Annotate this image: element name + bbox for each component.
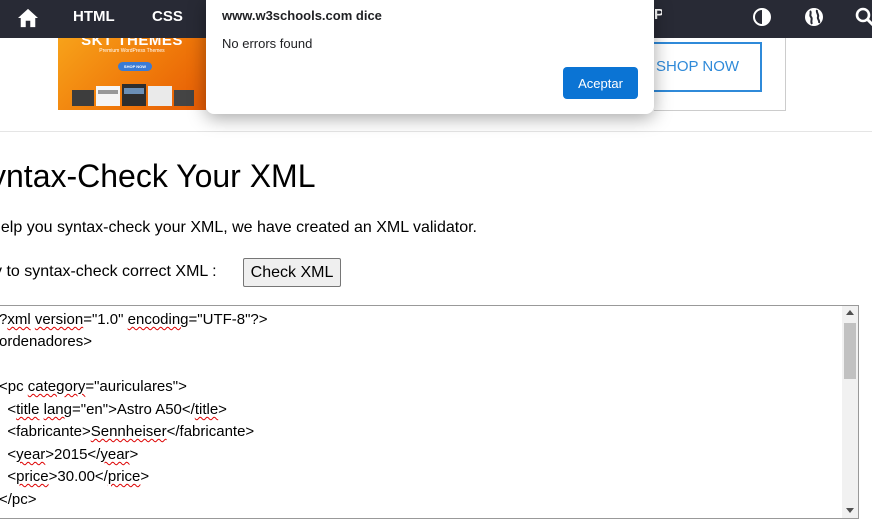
shop-now-label: SHOP NOW (656, 58, 740, 75)
code-line-6: <fabricante>Sennheiser</fabricante> (0, 423, 255, 440)
dialog-title: www.w3schools.com dice (222, 8, 382, 23)
code-line-1: ?xml version="1.0" encoding="UTF-8"?> (0, 311, 268, 328)
dialog-ok-button[interactable]: Aceptar (563, 67, 638, 99)
alert-dialog: www.w3schools.com dice No errors found A… (206, 0, 654, 114)
code-line-7: <year>2015</year> (0, 446, 139, 463)
code-line-5: <title lang="en">Astro A50</title> (0, 401, 227, 418)
ad-banner[interactable]: SKT THEMES Premium WordPress Themes SHOP… (58, 38, 206, 110)
nav-link-html[interactable]: HTML (73, 0, 115, 38)
globe-icon[interactable] (804, 7, 824, 27)
scroll-up-arrow-icon[interactable] (846, 310, 854, 315)
shop-now-button[interactable]: SHOP NOW (654, 42, 762, 92)
check-xml-button[interactable]: Check XML (243, 258, 341, 287)
scrollbar-thumb[interactable] (844, 323, 856, 379)
try-text: y to syntax-check correct XML : (0, 263, 217, 280)
code-line-2: ordenadores> (0, 333, 92, 350)
scroll-down-arrow-icon[interactable] (846, 508, 854, 513)
nav-link-css[interactable]: CSS (152, 0, 183, 38)
code-line-8: <price>30.00</price> (0, 468, 150, 485)
textarea-scrollbar[interactable] (842, 306, 858, 518)
page-title: yntax-Check Your XML (0, 158, 316, 194)
intro-text: help you syntax-check your XML, we have … (0, 219, 477, 236)
code-line-4: <pc category="auriculares"> (0, 378, 187, 395)
code-line-9: </pc> (0, 491, 37, 508)
ad-banner-subtitle: Premium WordPress Themes (99, 48, 165, 54)
search-icon[interactable] (855, 7, 872, 27)
home-icon[interactable] (17, 8, 39, 28)
xml-textarea[interactable]: ?xml version="1.0" encoding="UTF-8"?> or… (0, 305, 859, 519)
divider (0, 131, 872, 132)
contrast-icon[interactable] (752, 7, 772, 27)
ad-screenshots-image (72, 84, 194, 106)
ad-banner-button[interactable]: SHOP NOW (118, 62, 152, 71)
nav-link-partial[interactable]: P (654, 6, 662, 22)
dialog-message: No errors found (222, 36, 313, 51)
